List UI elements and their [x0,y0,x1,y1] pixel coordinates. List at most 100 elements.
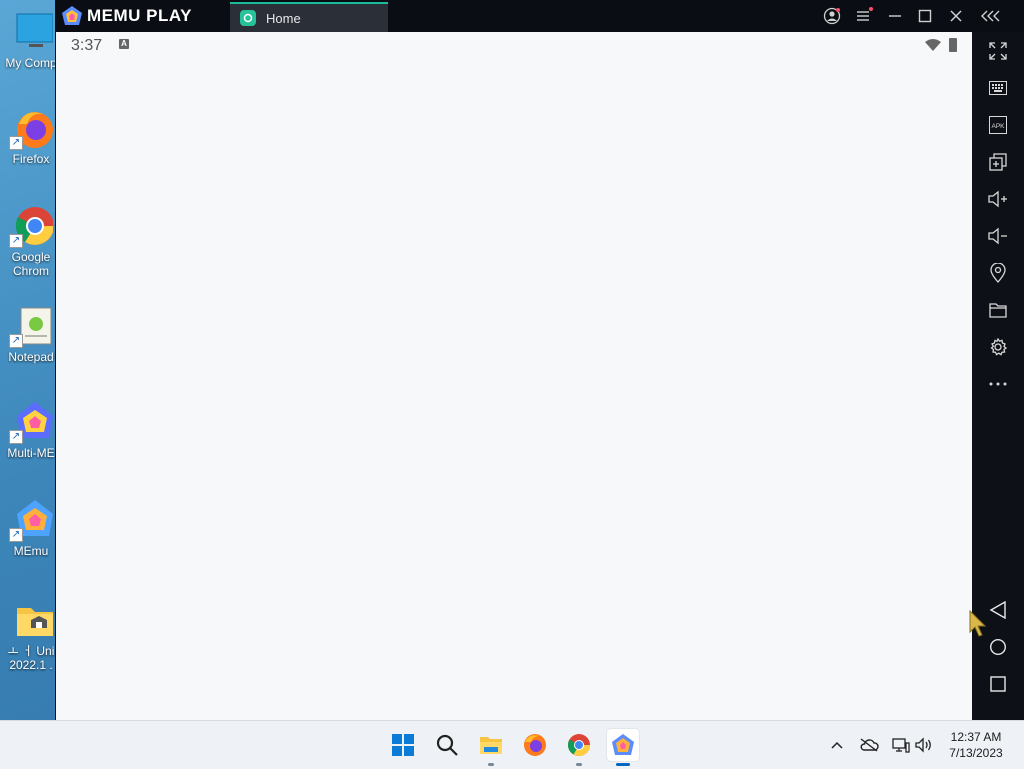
shortcut-arrow-icon: ↗ [9,334,23,348]
network-icon [892,738,910,753]
apk-button[interactable]: APK [983,111,1013,139]
title-bar[interactable]: MEMU PLAY Home [55,0,1024,32]
monitor-icon [9,10,54,54]
desktop-icon-label: MEmu [13,544,49,558]
battery-icon [949,38,957,52]
keyboard-icon [989,81,1007,95]
fullscreen-button[interactable] [983,37,1013,65]
home-button[interactable] [983,633,1013,661]
folder-icon [9,598,53,642]
volume-down-icon [988,227,1007,245]
network-tray[interactable] [890,735,912,755]
taskbar-firefox[interactable] [519,729,551,761]
shortcut-arrow-icon: ↗ [9,528,23,542]
android-screen[interactable]: 3:37 A [56,32,972,720]
status-time: 3:37 [71,37,103,54]
notification-icon: A [119,39,129,49]
speaker-icon [915,737,931,753]
recents-icon [990,676,1006,692]
mouse-cursor-icon [969,610,987,637]
desktop-icon-firefox[interactable]: ↗ Firefox [2,106,60,166]
back-icon [989,601,1006,619]
maximize-button[interactable] [912,4,938,28]
keyboard-button[interactable] [983,74,1013,102]
chevron-up-icon [831,741,843,749]
collapse-sidebar-button[interactable] [978,4,1004,28]
recents-button[interactable] [983,670,1013,698]
shortcut-arrow-icon: ↗ [9,136,23,150]
memu-logo: MEMU PLAY [61,5,192,27]
desktop-icon-label-line2: Chrom [12,264,49,278]
memu-icon [612,734,634,755]
desktop-icon-multi-memu[interactable]: ↗ Multi-ME [2,400,60,460]
chrome-icon: ↗ [9,204,54,248]
onedrive-tray[interactable] [858,735,880,755]
cloud-off-icon [860,738,879,752]
apk-label: APK [991,123,1005,130]
taskbar: 12:37 AM 7/13/2023 [0,720,1024,769]
firefox-icon: ↗ [9,106,53,150]
tab-label: Home [266,10,301,26]
multi-window-button[interactable] [983,148,1013,176]
notepad-icon: ↗ [9,304,53,348]
taskbar-memu[interactable] [607,729,639,766]
settings-button[interactable] [983,333,1013,361]
desktop-icon-google-chrome[interactable]: ↗ Google Chrom [2,204,60,278]
maximize-icon [918,9,932,23]
desktop-icon-label: Google [11,250,51,264]
running-indicator [616,763,630,766]
menu-icon [857,7,873,21]
memu-icon: ↗ [9,498,53,542]
folder-icon [989,303,1007,318]
tab-home[interactable]: Home [230,2,388,32]
desktop-icon-label-line2: 2022.1 . [9,658,53,672]
volume-up-icon [988,190,1007,208]
apk-icon: APK [989,116,1007,134]
more-icon [989,382,1007,386]
fullscreen-icon [989,42,1007,60]
account-button[interactable] [819,4,845,28]
desktop-icon-label: ㅗ ㅓ Uni [7,644,55,658]
wifi-icon [925,39,941,51]
location-button[interactable] [983,259,1013,287]
volume-tray[interactable] [913,735,935,755]
home-icon [989,638,1007,656]
search-icon [436,734,458,756]
memu-window: MEMU PLAY Home 3:37 A APK [55,0,1024,720]
taskbar-clock[interactable]: 12:37 AM 7/13/2023 [938,729,1014,761]
minimize-button[interactable] [882,4,908,28]
running-indicator [488,763,494,766]
multi-window-icon [989,153,1007,171]
minimize-icon [889,15,901,17]
taskbar-chrome[interactable] [563,729,595,766]
desktop-icon-folder[interactable]: ㅗ ㅓ Uni 2022.1 . [2,598,60,672]
taskbar-file-explorer[interactable] [475,729,507,766]
desktop-icon-memu[interactable]: ↗ MEmu [2,498,60,558]
volume-down-button[interactable] [983,222,1013,250]
settings-icon [990,338,1007,356]
show-hidden-icons-button[interactable] [826,735,848,755]
volume-up-button[interactable] [983,185,1013,213]
shortcut-arrow-icon: ↗ [9,430,23,444]
menu-button[interactable] [851,4,877,28]
home-app-icon [240,10,256,26]
more-button[interactable] [983,370,1013,398]
desktop-icon-notepad[interactable]: ↗ Notepad [2,304,60,364]
desktop-icon-my-computer[interactable]: My Comp [2,10,60,70]
chevrons-left-icon [981,10,1000,22]
account-icon [823,7,841,25]
desktop-icon-label: Notepad [8,350,54,364]
taskbar-search-button[interactable] [431,729,463,761]
close-button[interactable] [943,4,969,28]
desktop-icon-label: Multi-ME [7,446,55,460]
shared-folder-button[interactable] [983,296,1013,324]
start-button[interactable] [387,729,419,761]
running-indicator [576,763,582,766]
desktop-icon-label: My Comp [5,56,57,70]
memu-logo-icon [62,6,82,25]
start-icon [392,734,414,756]
chrome-icon [568,734,590,756]
clock-time: 12:37 AM [950,730,1002,744]
firefox-icon [524,734,546,756]
back-button[interactable] [983,596,1013,624]
